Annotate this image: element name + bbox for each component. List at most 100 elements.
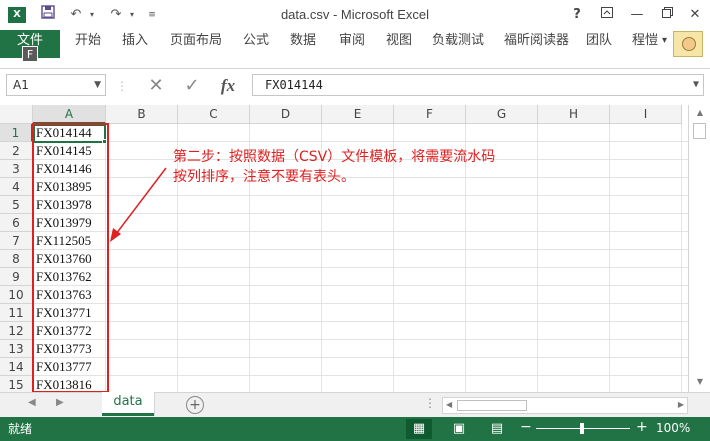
minimize-icon[interactable]: —: [626, 5, 648, 25]
scroll-left-arrow-icon[interactable]: ◀: [446, 400, 452, 409]
tab-page-layout[interactable]: 页面布局: [170, 30, 222, 58]
column-gridline: [681, 124, 682, 392]
column-header-d[interactable]: D: [250, 105, 322, 124]
undo-dropdown-icon[interactable]: ▾: [82, 5, 102, 25]
sheet-nav-prev-icon[interactable]: ◀: [28, 397, 36, 408]
column-header-h[interactable]: H: [538, 105, 610, 124]
user-account-name[interactable]: 程愷: [632, 30, 658, 58]
excel-app-icon[interactable]: X: [8, 7, 26, 23]
page-layout-view-icon[interactable]: ▣: [446, 419, 472, 439]
zoom-level[interactable]: 100%: [656, 421, 690, 435]
formula-bar: A1 ▼ ⋮ ✕ ✓ fx FX014144 ▼: [0, 68, 710, 100]
zoom-slider-knob[interactable]: [580, 423, 584, 434]
row-header[interactable]: 7: [0, 232, 33, 250]
zoom-in-icon[interactable]: +: [636, 419, 648, 435]
table-row: FX013773: [33, 340, 688, 358]
row-header[interactable]: 14: [0, 358, 33, 376]
name-box-value: A1: [13, 78, 29, 92]
row-header[interactable]: 10: [0, 286, 33, 304]
row-header[interactable]: 3: [0, 160, 33, 178]
formula-bar-grip-icon[interactable]: ⋮: [116, 76, 128, 96]
title-bar: X ↶ ▾ ↷ ▾ ≡ data.csv - Microsoft Excel ?…: [0, 0, 710, 30]
save-icon[interactable]: [38, 5, 58, 25]
table-row: FX013763: [33, 286, 688, 304]
table-row: FX013777: [33, 358, 688, 376]
row-header[interactable]: 4: [0, 178, 33, 196]
customize-qat-icon[interactable]: ≡: [142, 5, 162, 25]
tab-team[interactable]: 团队: [586, 30, 612, 58]
restore-icon[interactable]: [656, 5, 678, 25]
horizontal-scroll-thumb[interactable]: [457, 400, 527, 411]
name-box-dropdown-icon[interactable]: ▼: [94, 75, 101, 95]
status-bar: 就绪 ▦ ▣ ▤ − + 100%: [0, 417, 710, 441]
tab-foxit-reader[interactable]: 福昕阅读器: [504, 30, 569, 58]
add-sheet-icon[interactable]: +: [186, 396, 204, 414]
formula-input[interactable]: FX014144 ▼: [252, 74, 704, 96]
table-row: FX013762: [33, 268, 688, 286]
column-header-e[interactable]: E: [322, 105, 394, 124]
expand-formula-bar-icon[interactable]: ▼: [693, 75, 699, 95]
tab-insert[interactable]: 插入: [122, 30, 148, 58]
status-ready: 就绪: [8, 422, 33, 436]
tab-view[interactable]: 视图: [386, 30, 412, 58]
row-header[interactable]: 12: [0, 322, 33, 340]
sheet-tab-data[interactable]: data: [102, 392, 154, 416]
row-header[interactable]: 2: [0, 142, 33, 160]
row-header[interactable]: 15: [0, 376, 33, 392]
sheet-nav-next-icon[interactable]: ▶: [56, 397, 64, 408]
sheet-tab-bar: ◀ ▶ data + ⋮ ◀ ▶: [0, 392, 710, 417]
ribbon-display-icon[interactable]: [596, 5, 618, 25]
table-row: FX013816: [33, 376, 688, 392]
tab-load-test[interactable]: 负载测试: [432, 30, 484, 58]
tab-review[interactable]: 审阅: [339, 30, 365, 58]
row-header[interactable]: 8: [0, 250, 33, 268]
column-header-b[interactable]: B: [106, 105, 178, 124]
table-row: FX013772: [33, 322, 688, 340]
column-header-c[interactable]: C: [178, 105, 250, 124]
ribbon-tabs: 文件 开始 插入 页面布局 公式 数据 审阅 视图 负载测试 福昕阅读器 团队 …: [0, 30, 710, 58]
row-header[interactable]: 5: [0, 196, 33, 214]
zoom-out-icon[interactable]: −: [520, 419, 532, 435]
scroll-right-arrow-icon[interactable]: ▶: [678, 400, 684, 409]
cancel-icon[interactable]: ✕: [144, 76, 168, 96]
scroll-up-arrow-icon[interactable]: ▲: [689, 108, 710, 117]
user-avatar[interactable]: [673, 31, 703, 57]
row-header[interactable]: 11: [0, 304, 33, 322]
page-break-preview-icon[interactable]: ▤: [484, 419, 510, 439]
normal-view-icon[interactable]: ▦: [406, 419, 432, 439]
tab-home[interactable]: 开始: [75, 30, 101, 58]
horizontal-scrollbar[interactable]: ◀ ▶: [442, 397, 688, 414]
column-header-g[interactable]: G: [466, 105, 538, 124]
column-header-i[interactable]: I: [610, 105, 682, 124]
row-header[interactable]: 13: [0, 340, 33, 358]
column-gridline: [609, 124, 610, 392]
row-header[interactable]: 9: [0, 268, 33, 286]
column-header-a[interactable]: A: [33, 105, 106, 124]
annotation-text: 第二步：按照数据（CSV）文件模板，将需要流水码按列排序，注意不要有表头。: [173, 149, 496, 185]
vertical-scrollbar[interactable]: ▲ ▼: [688, 105, 710, 392]
help-icon[interactable]: ?: [566, 5, 588, 25]
table-row: FX014144: [33, 124, 688, 142]
close-icon[interactable]: ✕: [684, 5, 706, 25]
column-gridline: [537, 124, 538, 392]
row-header[interactable]: 1: [0, 124, 33, 142]
annotation-arrow: [110, 167, 167, 242]
insert-function-icon[interactable]: fx: [214, 76, 242, 96]
select-all-corner[interactable]: [0, 105, 33, 124]
name-box[interactable]: A1 ▼: [6, 74, 106, 96]
annotation-highlight-box: [32, 123, 109, 392]
tab-split-handle-icon[interactable]: ⋮: [424, 396, 436, 410]
file-keytip-badge: F: [22, 46, 38, 62]
column-header-f[interactable]: F: [394, 105, 466, 124]
tab-formulas[interactable]: 公式: [243, 30, 269, 58]
table-row: FX013760: [33, 250, 688, 268]
account-dropdown-icon[interactable]: ▾: [662, 30, 667, 58]
formula-value: FX014144: [265, 78, 323, 92]
vertical-scroll-thumb[interactable]: [693, 123, 706, 139]
scroll-down-arrow-icon[interactable]: ▼: [689, 377, 710, 386]
worksheet-grid[interactable]: ABCDEFGHI 1 FX014144 2 FX014145 3 FX014146 4 FX…: [0, 105, 688, 392]
tab-data[interactable]: 数据: [290, 30, 316, 58]
enter-icon[interactable]: ✓: [180, 76, 204, 96]
redo-dropdown-icon[interactable]: ▾: [122, 5, 142, 25]
row-header[interactable]: 6: [0, 214, 33, 232]
